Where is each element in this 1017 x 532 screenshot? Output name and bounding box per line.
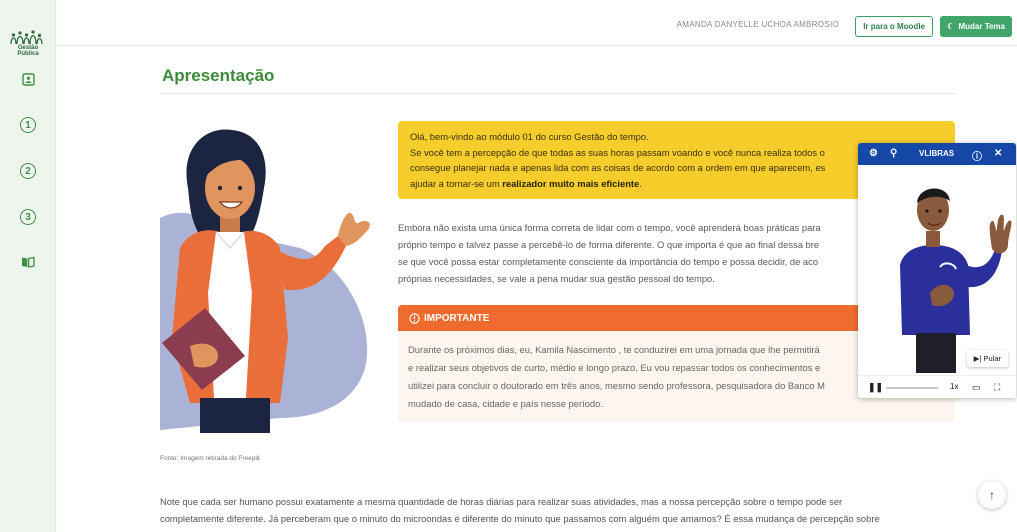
pause-icon[interactable]: ❚❚: [868, 382, 883, 393]
sidebar-item-presentation[interactable]: [17, 68, 39, 90]
scroll-to-top-button[interactable]: ↑: [978, 481, 1006, 509]
sign-language-avatar: [900, 188, 1012, 373]
paragraph-line: próprias necessidades, se vale a pena mu…: [398, 273, 715, 284]
fullscreen-icon[interactable]: ⛶: [994, 382, 1000, 393]
arrow-up-icon: ↑: [989, 488, 995, 502]
skip-button[interactable]: ▶| Pular: [966, 350, 1008, 367]
page-title: Apresentação: [162, 66, 275, 85]
welcome-text: ajudar a tornar-se um: [410, 177, 503, 189]
important-heading: IMPORTANTE: [424, 312, 490, 324]
close-icon[interactable]: ✕: [994, 148, 1002, 159]
skip-icon: ▶|: [973, 354, 982, 363]
body-paragraph: Note que cada ser humano possui exatamen…: [160, 493, 960, 527]
brand-name: Gestão Pública: [17, 45, 39, 57]
paragraph-line: completamente diferente. Já perceberam q…: [160, 513, 880, 524]
playback-progress-track[interactable]: [886, 387, 938, 389]
user-name: AMANDA DANYELLE UCHOA AMBROSIO: [676, 20, 839, 29]
image-caption: Fonte: Imagem retirada do Freepik: [160, 455, 261, 462]
vlibras-widget: ⚙ ⚲ VLIBRAS ⓘ ✕ ▶| Pular ❚❚ 1x ▭ ⛶: [858, 143, 1016, 398]
vlibras-controls: ❚❚ 1x ▭ ⛶: [858, 375, 1016, 398]
book-icon: [22, 256, 35, 268]
paragraph-line: Embora não exista uma única forma corret…: [398, 222, 821, 233]
sidebar: Gestão Pública 1 2 3: [0, 0, 56, 532]
logo-figures-icon: [10, 30, 43, 45]
teacher-illustration: [160, 118, 380, 433]
settings-gear-icon[interactable]: ⚙: [869, 148, 878, 159]
sidebar-item-module-1[interactable]: 1: [20, 117, 36, 133]
alert-circle-icon: [409, 312, 420, 324]
welcome-highlight: realizador muito mais eficiente: [502, 177, 640, 189]
paragraph-line: Note que cada ser humano possui exatamen…: [160, 496, 843, 507]
paragraph-line: próprio tempo e talvez passe a percebê-l…: [398, 239, 820, 250]
presentation-icon: [21, 72, 35, 86]
info-icon[interactable]: ⓘ: [972, 148, 982, 163]
paragraph-line: se que você possa estar completamente co…: [398, 256, 819, 267]
welcome-text: .: [639, 177, 642, 189]
vlibras-avatar-stage: ▶| Pular: [858, 165, 1016, 375]
module-number: 2: [25, 165, 31, 177]
module-number: 3: [25, 211, 31, 223]
vlibras-header: ⚙ ⚲ VLIBRAS ⓘ ✕: [858, 143, 1016, 165]
change-theme-label: Mudar Tema: [958, 22, 1005, 31]
course-logo[interactable]: Gestão Pública: [8, 30, 48, 58]
change-theme-button[interactable]: ☾ Mudar Tema: [940, 16, 1012, 37]
go-to-moodle-button[interactable]: Ir para o Moodle: [855, 16, 933, 37]
subtitles-icon[interactable]: ▭: [972, 382, 981, 393]
moon-icon: ☾: [947, 22, 955, 31]
vlibras-title: VLIBRAS: [919, 149, 955, 158]
title-divider: [162, 93, 955, 94]
sidebar-item-module-3[interactable]: 3: [20, 209, 36, 225]
intro-paragraph: Embora não exista uma única forma corret…: [398, 219, 863, 287]
top-bar: AMANDA DANYELLE UCHOA AMBROSIO Ir para o…: [56, 0, 1017, 46]
skip-label: Pular: [983, 354, 1001, 363]
sidebar-item-references[interactable]: [17, 251, 39, 273]
module-number: 1: [25, 119, 31, 131]
sidebar-item-module-2[interactable]: 2: [20, 163, 36, 179]
speed-selector[interactable]: 1x: [950, 382, 958, 391]
search-icon[interactable]: ⚲: [890, 148, 897, 159]
